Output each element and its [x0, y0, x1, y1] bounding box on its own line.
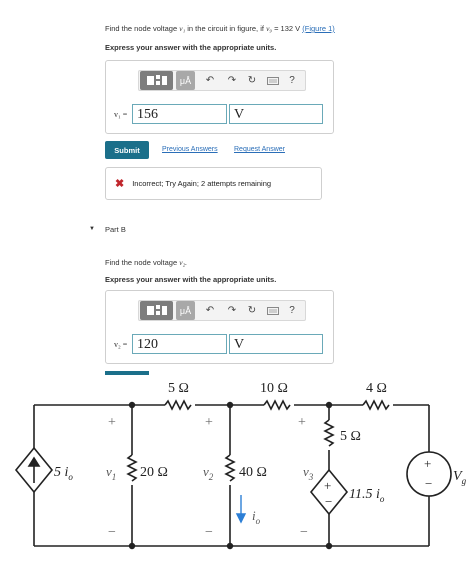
minus-vg: −: [425, 476, 432, 491]
label-vg: Vg: [453, 469, 467, 486]
part-a-answer-panel: μÅ ↶ ↷ ↻ ? v₁ = 156 V: [105, 60, 334, 134]
answer-label-v1: v₁ =: [114, 110, 128, 119]
label-r-right: 5 Ω: [340, 429, 361, 444]
feedback-box: ✖ Incorrect; Try Again; 2 attempts remai…: [105, 167, 322, 200]
part-b-answer-panel: μÅ ↶ ↷ ↻ ? v₂ = 120 V: [105, 290, 334, 364]
units-button[interactable]: μÅ: [176, 71, 195, 90]
circuit-diagram: 5 Ω 10 Ω 4 Ω 5 Ω 20 Ω 40 Ω 5 io 11.5 io …: [14, 381, 467, 550]
src-dep-sub: o: [380, 494, 385, 504]
redo-icon[interactable]: ↷: [225, 71, 239, 90]
minus-v3: −: [300, 525, 308, 540]
label-src-left: 5 io: [54, 465, 73, 482]
plus-vg: +: [424, 456, 431, 471]
io-sub: o: [256, 516, 261, 526]
given-value: = 132 V: [274, 24, 301, 33]
given-var: v₉: [266, 24, 272, 33]
minus-v2: −: [205, 525, 213, 540]
label-r-top2: 10 Ω: [260, 381, 288, 396]
reset-icon[interactable]: ↻: [245, 71, 259, 90]
part-b-title: Part B: [105, 225, 126, 234]
label-v2: v2: [203, 464, 214, 482]
plus-dep-src: +: [324, 478, 331, 493]
answer-input-v2[interactable]: 120: [132, 334, 227, 354]
label-v1: v1: [106, 464, 116, 482]
template-icon: [146, 305, 167, 315]
plus-v2: +: [205, 415, 213, 430]
label-v3: v3: [303, 464, 314, 482]
request-answer-link[interactable]: Request Answer: [234, 146, 285, 153]
units-button[interactable]: μÅ: [176, 301, 195, 320]
incorrect-icon: ✖: [115, 178, 125, 190]
part-b-instruction: Express your answer with the appropriate…: [105, 275, 277, 284]
help-icon[interactable]: ?: [285, 71, 299, 90]
feedback-text: Incorrect; Try Again; 2 attempts remaini…: [132, 179, 272, 188]
v3-sub: 3: [308, 472, 314, 482]
label-io: io: [252, 508, 261, 526]
reset-icon[interactable]: ↻: [245, 301, 259, 320]
question-prefix: Find the node voltage: [105, 24, 178, 33]
src-left-text: 5 i: [54, 465, 69, 480]
vg-sub: g: [462, 476, 467, 486]
answer-input-v1[interactable]: 156: [132, 104, 227, 124]
var-v2: v₂.: [179, 258, 188, 267]
plus-v3: +: [298, 415, 306, 430]
src-dep-text: 11.5 i: [349, 487, 380, 502]
minus-dep-src: −: [325, 494, 332, 509]
undo-icon[interactable]: ↶: [203, 71, 217, 90]
figure-link[interactable]: (Figure 1): [302, 24, 335, 33]
math-toolbar: μÅ ↶ ↷ ↻ ?: [138, 300, 306, 321]
help-icon[interactable]: ?: [285, 301, 299, 320]
label-r-top3: 4 Ω: [366, 381, 387, 396]
keyboard-icon[interactable]: [265, 71, 281, 90]
math-toolbar: μÅ ↶ ↷ ↻ ?: [138, 70, 306, 91]
previous-answers-link[interactable]: Previous Answers: [162, 146, 218, 153]
template-icon: [146, 75, 167, 85]
answer-label-v2: v₂ =: [114, 340, 128, 349]
keyboard-icon[interactable]: [265, 301, 281, 320]
part-b-question: Find the node voltage v₂.: [105, 258, 187, 267]
unit-input-v2[interactable]: V: [229, 334, 323, 354]
submit-button[interactable]: Submit: [105, 141, 149, 159]
v2-sub: 2: [209, 472, 214, 482]
part-a-question: Find the node voltage v₁ in the circuit …: [105, 24, 445, 33]
v1-sub: 1: [112, 472, 117, 482]
label-src-dep: 11.5 io: [349, 487, 385, 504]
template-button[interactable]: [140, 301, 173, 320]
plus-v1: +: [108, 415, 116, 430]
part-a-instruction: Express your answer with the appropriate…: [105, 43, 277, 52]
unit-input-v1[interactable]: V: [229, 104, 323, 124]
label-r-mid1: 20 Ω: [140, 465, 168, 480]
part-b-collapse-icon[interactable]: ▼: [89, 226, 95, 232]
question-mid: in the circuit in figure, if: [187, 24, 264, 33]
label-r-mid2: 40 Ω: [239, 465, 267, 480]
minus-v1: −: [108, 525, 116, 540]
template-button[interactable]: [140, 71, 173, 90]
undo-icon[interactable]: ↶: [203, 301, 217, 320]
var-v1: v₁: [179, 24, 186, 33]
src-left-sub: o: [68, 472, 73, 482]
label-r-top1: 5 Ω: [168, 381, 189, 396]
redo-icon[interactable]: ↷: [225, 301, 239, 320]
question-b-text: Find the node voltage: [105, 258, 178, 267]
